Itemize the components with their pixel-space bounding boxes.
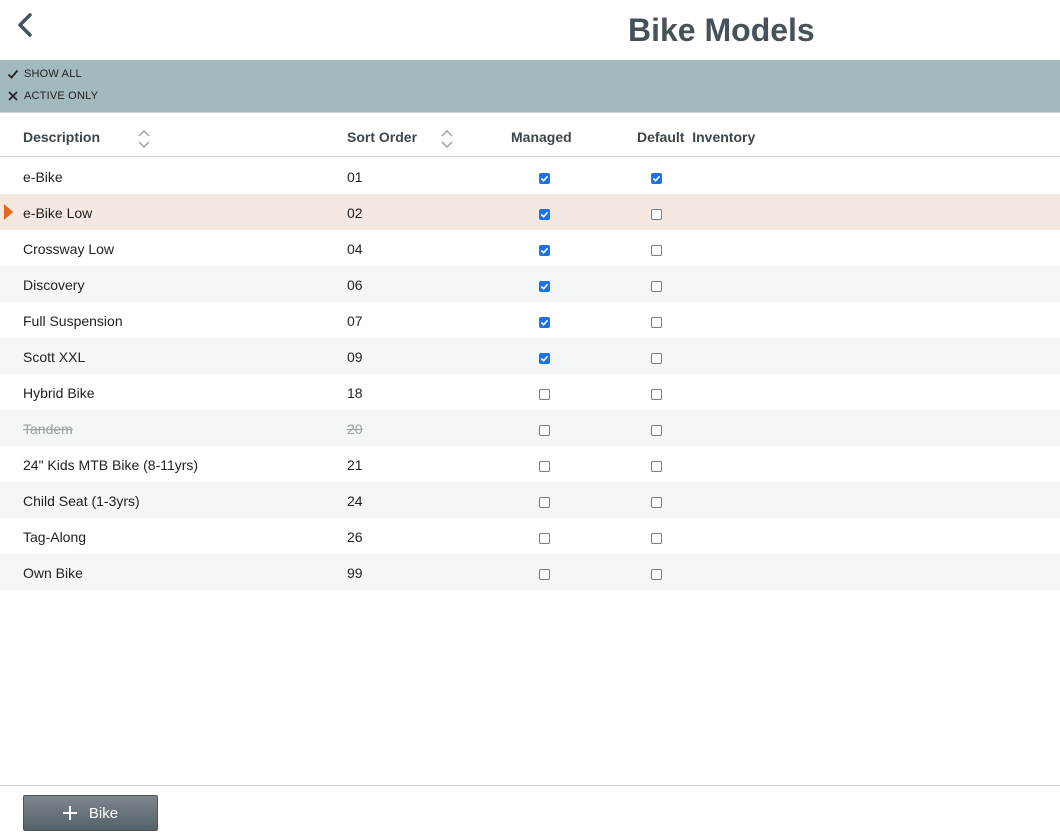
cell-sort-order: 20: [347, 421, 363, 437]
table-row[interactable]: Child Seat (1-3yrs) 24: [0, 482, 1060, 518]
managed-checkbox[interactable]: [539, 281, 550, 292]
default-inventory-checkbox[interactable]: [651, 317, 662, 328]
cell-sort-order: 26: [347, 529, 363, 545]
cell-sort-order: 99: [347, 565, 363, 581]
table-row[interactable]: Full Suspension 07: [0, 302, 1060, 338]
cell-description: Own Bike: [23, 565, 83, 581]
default-inventory-checkbox[interactable]: [651, 461, 662, 472]
sort-up-down-icon: [441, 130, 453, 148]
page-title: Bike Models: [628, 12, 815, 48]
managed-checkbox[interactable]: [539, 533, 550, 544]
cell-sort-order: 24: [347, 493, 363, 509]
table-row[interactable]: Tandem 20: [0, 410, 1060, 446]
cell-sort-order: 07: [347, 313, 363, 329]
checkmark-icon: [6, 67, 20, 81]
column-header-description: Description: [23, 129, 101, 145]
filter-active-only-label: ACTIVE ONLY: [24, 90, 99, 102]
managed-checkbox[interactable]: [539, 461, 550, 472]
cell-description: Discovery: [23, 277, 85, 293]
cell-description: Full Suspension: [23, 313, 123, 329]
footer: Bike: [0, 785, 1060, 837]
default-inventory-checkbox[interactable]: [651, 245, 662, 256]
managed-checkbox[interactable]: [539, 569, 550, 580]
default-inventory-checkbox[interactable]: [651, 209, 662, 220]
header: Bike Models: [0, 0, 1060, 60]
managed-checkbox[interactable]: [539, 317, 550, 328]
default-inventory-checkbox[interactable]: [651, 569, 662, 580]
app-window: Bike Models SHOW ALL ACTIVE ONLY Descrip…: [0, 0, 1060, 837]
table-row[interactable]: Tag-Along 26: [0, 518, 1060, 554]
managed-checkbox[interactable]: [539, 209, 550, 220]
managed-checkbox[interactable]: [539, 389, 550, 400]
table-row[interactable]: Crossway Low 04: [0, 230, 1060, 266]
cell-sort-order: 01: [347, 169, 363, 185]
cell-description: Tag-Along: [23, 529, 87, 545]
table-row[interactable]: e-Bike Low 02: [0, 194, 1060, 230]
cell-description: Child Seat (1-3yrs): [23, 493, 140, 509]
default-inventory-checkbox[interactable]: [651, 353, 662, 364]
column-header-default-inventory: Default Inventory: [637, 129, 756, 145]
filter-show-all-label: SHOW ALL: [24, 68, 82, 80]
cell-sort-order: 18: [347, 385, 363, 401]
cell-description: 24" Kids MTB Bike (8-11yrs): [23, 457, 199, 473]
table-body: e-Bike 01 e-Bike Low 02 Crossway Low 04 Discov…: [0, 158, 1060, 590]
chevron-left-icon: [18, 13, 32, 37]
sort-sort-order-button[interactable]: [440, 128, 454, 150]
table-row[interactable]: e-Bike 01: [0, 158, 1060, 194]
back-button[interactable]: [10, 8, 40, 42]
filter-show-all[interactable]: SHOW ALL: [6, 65, 82, 83]
cell-description: Scott XXL: [23, 349, 86, 365]
managed-checkbox[interactable]: [539, 425, 550, 436]
filter-active-only[interactable]: ACTIVE ONLY: [6, 87, 98, 105]
cell-sort-order: 21: [347, 457, 363, 473]
cell-description: e-Bike Low: [23, 205, 93, 221]
default-inventory-checkbox[interactable]: [651, 281, 662, 292]
table-row[interactable]: Own Bike 99: [0, 554, 1060, 590]
cell-sort-order: 06: [347, 277, 363, 293]
default-inventory-checkbox[interactable]: [651, 425, 662, 436]
plus-icon: [62, 806, 77, 820]
cell-description: Tandem: [23, 421, 73, 437]
managed-checkbox[interactable]: [539, 245, 550, 256]
sort-description-button[interactable]: [137, 128, 151, 150]
column-header-sort-order: Sort Order: [347, 129, 418, 145]
table-row[interactable]: Scott XXL 09: [0, 338, 1060, 374]
default-inventory-checkbox[interactable]: [651, 497, 662, 508]
cell-sort-order: 02: [347, 205, 363, 221]
add-bike-button[interactable]: Bike: [23, 795, 158, 831]
table-row[interactable]: Discovery 06: [0, 266, 1060, 302]
add-bike-label: Bike: [88, 804, 119, 822]
x-mark-icon: [6, 89, 20, 103]
default-inventory-checkbox[interactable]: [651, 533, 662, 544]
table-header: Description Sort Order Managed Default I…: [0, 112, 1060, 157]
cell-description: Hybrid Bike: [23, 385, 95, 401]
default-inventory-checkbox[interactable]: [651, 389, 662, 400]
cell-sort-order: 04: [347, 241, 363, 257]
filter-bar: SHOW ALL ACTIVE ONLY: [0, 60, 1060, 112]
sort-up-down-icon: [138, 130, 150, 148]
table-row[interactable]: Hybrid Bike 18: [0, 374, 1060, 410]
table-row[interactable]: 24" Kids MTB Bike (8-11yrs) 21: [0, 446, 1060, 482]
default-inventory-checkbox[interactable]: [651, 173, 662, 184]
cell-description: e-Bike: [23, 169, 63, 185]
managed-checkbox[interactable]: [539, 497, 550, 508]
selected-row-marker-icon: [4, 204, 13, 220]
cell-sort-order: 09: [347, 349, 363, 365]
managed-checkbox[interactable]: [539, 173, 550, 184]
managed-checkbox[interactable]: [539, 353, 550, 364]
cell-description: Crossway Low: [23, 241, 115, 257]
column-header-managed: Managed: [511, 129, 572, 145]
